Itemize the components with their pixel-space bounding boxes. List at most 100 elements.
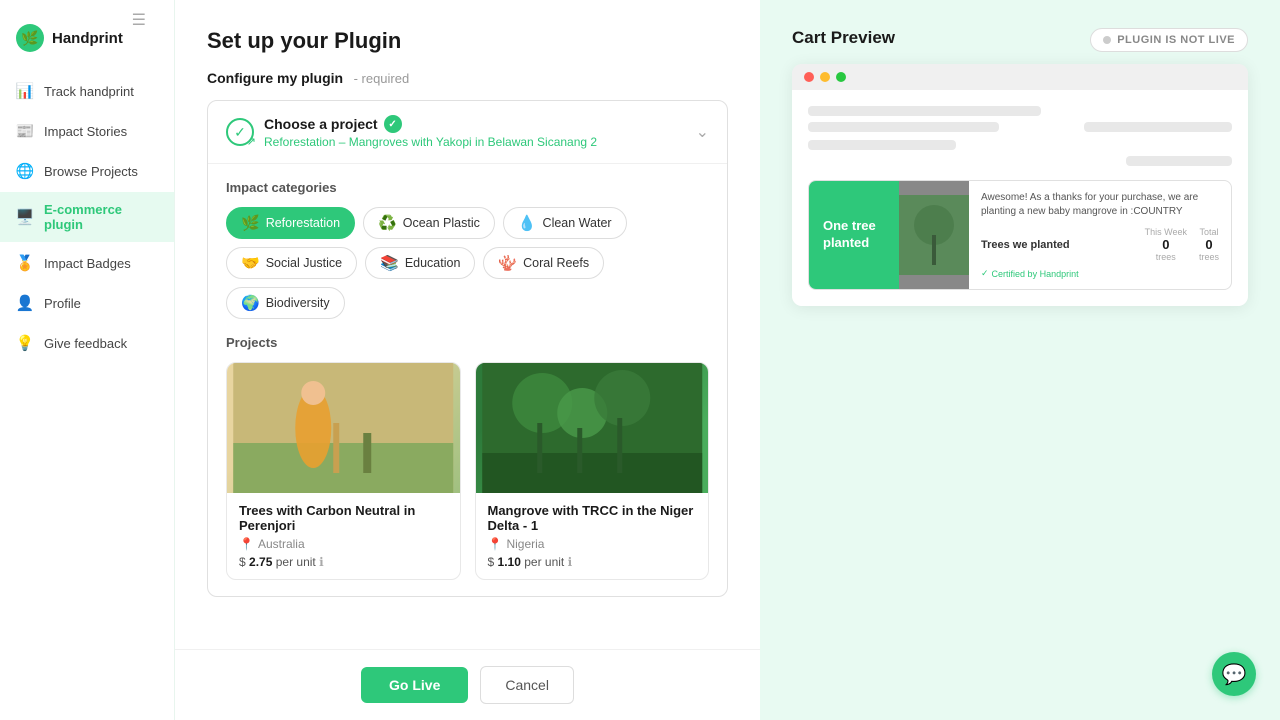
sidebar-item-label-feedback: Give feedback — [44, 336, 127, 351]
project-2-svg — [476, 363, 709, 493]
profile-icon: 👤 — [16, 294, 34, 312]
certified-check-icon: ✓ — [981, 268, 989, 279]
category-chip-biodiversity[interactable]: 🌍 Biodiversity — [226, 287, 345, 319]
sidebar-item-label-track: Track handprint — [44, 84, 134, 99]
cart-widget-footer: Trees we planted This Week 0 trees Total… — [981, 227, 1219, 262]
stories-icon: 📰 — [16, 122, 34, 140]
configure-required: - required — [354, 71, 410, 86]
project-card-1[interactable]: Trees with Carbon Neutral in Perenjori 📍… — [226, 362, 461, 580]
bottom-bar: Go Live Cancel — [175, 649, 760, 720]
logo-text: Handprint — [52, 30, 123, 47]
coral-reefs-icon: 🪸 — [498, 254, 517, 272]
ocean-plastic-icon: ♻️ — [378, 214, 397, 232]
project-location-1: 📍 Australia — [239, 537, 448, 551]
category-label-ocean-plastic: Ocean Plastic — [403, 216, 480, 230]
total-value: 0 — [1199, 237, 1219, 252]
project-name-1: Trees with Carbon Neutral in Perenjori — [239, 503, 448, 533]
project-price-1: $ 2.75 per unit ℹ — [239, 555, 448, 569]
badges-icon: 🏅 — [16, 254, 34, 272]
cancel-button[interactable]: Cancel — [480, 666, 574, 704]
category-chip-reforestation[interactable]: 🌿 Reforestation — [226, 207, 355, 239]
skeleton-line-5 — [1126, 156, 1232, 166]
impact-categories-section: Impact categories 🌿 Reforestation ♻️ Oce… — [208, 164, 727, 327]
sidebar-item-feedback[interactable]: 💡 Give feedback — [0, 324, 174, 362]
main-area: Set up your Plugin Configure my plugin -… — [175, 0, 760, 720]
sidebar: 🌿 Handprint ☰ 📊 Track handprint 📰 Impact… — [0, 0, 175, 720]
chat-icon: 💬 — [1222, 662, 1247, 687]
status-dot-icon — [1103, 36, 1111, 44]
sidebar-item-browse[interactable]: 🌐 Browse Projects — [0, 152, 174, 190]
sidebar-item-badges[interactable]: 🏅 Impact Badges — [0, 244, 174, 282]
category-label-biodiversity: Biodiversity — [266, 296, 330, 310]
sidebar-item-stories[interactable]: 📰 Impact Stories — [0, 112, 174, 150]
category-chip-social-justice[interactable]: 🤝 Social Justice — [226, 247, 357, 279]
categories-grid: 🌿 Reforestation ♻️ Ocean Plastic 💧 Clean… — [226, 207, 709, 319]
app-logo: 🌿 Handprint ☰ — [0, 16, 174, 72]
category-chip-clean-water[interactable]: 💧 Clean Water — [503, 207, 627, 239]
impact-categories-title: Impact categories — [226, 180, 709, 195]
category-label-education: Education — [405, 256, 461, 270]
sidebar-nav: 📊 Track handprint 📰 Impact Stories 🌐 Bro… — [0, 72, 174, 362]
chevron-down-icon[interactable]: ⌄ — [696, 122, 709, 142]
sidebar-item-ecommerce[interactable]: 🖥️ E-commerce plugin — [0, 192, 174, 242]
project-image-2 — [476, 363, 709, 493]
sidebar-item-track[interactable]: 📊 Track handprint — [0, 72, 174, 110]
sidebar-collapse-icon[interactable]: ☰ — [132, 10, 146, 30]
project-card-2[interactable]: Mangrove with TRCC in the Niger Delta - … — [475, 362, 710, 580]
green-check-badge: ✓ — [384, 115, 402, 133]
browser-dot-yellow — [820, 72, 830, 82]
skeleton-line-1 — [808, 106, 1041, 116]
info-icon-2: ℹ — [568, 555, 573, 569]
total-unit: trees — [1199, 252, 1219, 262]
cart-widget-stats: This Week 0 trees Total 0 trees — [1145, 227, 1219, 262]
project-name-2: Mangrove with TRCC in the Niger Delta - … — [488, 503, 697, 533]
reforestation-icon: 🌿 — [241, 214, 260, 232]
total-label: Total — [1199, 227, 1219, 237]
social-justice-icon: 🤝 — [241, 254, 260, 272]
category-chip-coral-reefs[interactable]: 🪸 Coral Reefs — [483, 247, 604, 279]
cart-widget-svg — [899, 195, 969, 275]
cart-widget-green-text: One tree planted — [823, 218, 885, 252]
choose-project-check-icon: ✓ ↗ — [226, 118, 254, 146]
project-info-2: Mangrove with TRCC in the Niger Delta - … — [476, 493, 709, 579]
right-panel: Cart Preview PLUGIN IS NOT LIVE On — [760, 0, 1280, 720]
location-pin-icon-2: 📍 — [488, 537, 503, 551]
this-week-value: 0 — [1145, 237, 1187, 252]
chat-button[interactable]: 💬 — [1212, 652, 1256, 696]
main-content: Set up your Plugin Configure my plugin -… — [175, 0, 760, 649]
cart-widget-message: Awesome! As a thanks for your purchase, … — [981, 191, 1219, 219]
category-chip-ocean-plastic[interactable]: ♻️ Ocean Plastic — [363, 207, 495, 239]
cart-stat-total: Total 0 trees — [1199, 227, 1219, 262]
plugin-card: ✓ ↗ Choose a project ✓ Reforestation – M… — [207, 100, 728, 597]
track-icon: 📊 — [16, 82, 34, 100]
browser-dot-green — [836, 72, 846, 82]
project-price-2: $ 1.10 per unit ℹ — [488, 555, 697, 569]
browser-mockup: One tree planted Awesome! As a thanks fo… — [792, 64, 1248, 306]
cart-stat-this-week: This Week 0 trees — [1145, 227, 1187, 262]
category-label-reforestation: Reforestation — [266, 216, 340, 230]
arrow-icon: ↗ — [247, 135, 256, 148]
project-info-1: Trees with Carbon Neutral in Perenjori 📍… — [227, 493, 460, 579]
cart-widget-content: Awesome! As a thanks for your purchase, … — [969, 181, 1231, 289]
category-label-social-justice: Social Justice — [266, 256, 342, 270]
cart-certified: ✓ Certified by Handprint — [981, 268, 1219, 279]
sidebar-item-profile[interactable]: 👤 Profile — [0, 284, 174, 322]
this-week-unit: trees — [1145, 252, 1187, 262]
projects-title: Projects — [226, 335, 709, 350]
ecommerce-icon: 🖥️ — [16, 208, 34, 226]
sidebar-item-label-stories: Impact Stories — [44, 124, 127, 139]
sidebar-item-label-profile: Profile — [44, 296, 81, 311]
skeleton-line-4 — [808, 140, 956, 150]
sidebar-item-label-badges: Impact Badges — [44, 256, 131, 271]
choose-project-row[interactable]: ✓ ↗ Choose a project ✓ Reforestation – M… — [208, 101, 727, 164]
plugin-status-badge: PLUGIN IS NOT LIVE — [1090, 28, 1248, 52]
cart-widget-green-section: One tree planted — [809, 181, 899, 289]
category-chip-education[interactable]: 📚 Education — [365, 247, 475, 279]
plugin-status-text: PLUGIN IS NOT LIVE — [1117, 34, 1235, 46]
configure-label: Configure my plugin — [207, 70, 343, 86]
skeleton-line-3 — [1084, 122, 1232, 132]
education-icon: 📚 — [380, 254, 399, 272]
biodiversity-icon: 🌍 — [241, 294, 260, 312]
go-live-button[interactable]: Go Live — [361, 667, 468, 703]
browser-dot-red — [804, 72, 814, 82]
